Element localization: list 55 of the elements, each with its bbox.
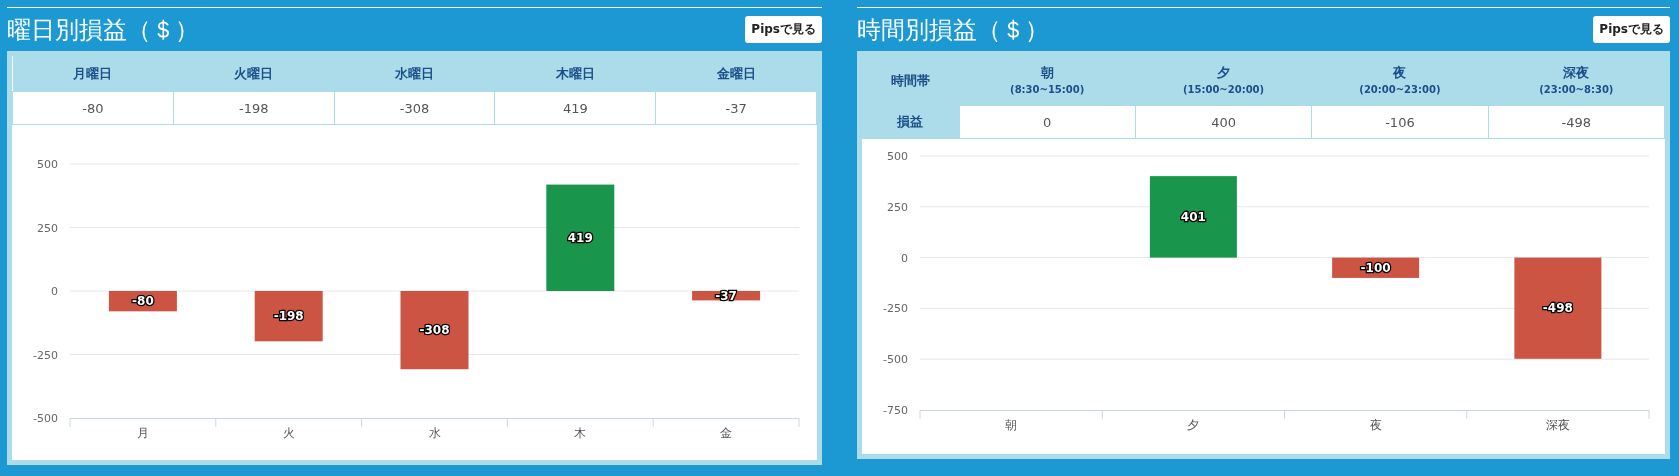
y-axis-label: 250 [887, 200, 908, 214]
table-cell: -106 [1311, 105, 1489, 139]
y-axis-label: 500 [37, 158, 58, 171]
table-header: 朝 (8:30~15:00) [959, 56, 1136, 106]
y-axis-label: -250 [33, 348, 58, 362]
table-cell: -80 [12, 91, 174, 125]
x-axis-label: 深夜 [1545, 418, 1570, 432]
x-axis-label: 金 [720, 426, 733, 440]
x-axis-label: 夕 [1187, 418, 1200, 432]
y-axis-label: -500 [33, 412, 58, 425]
x-axis-label: 木 [574, 426, 587, 440]
pips-button[interactable]: Pipsで見る [745, 16, 822, 43]
table-header: 金曜日 [655, 56, 817, 92]
data-label: 419 [567, 230, 593, 245]
table-cell: -498 [1488, 105, 1665, 139]
x-axis-label: 月 [136, 426, 149, 440]
table-header: 月曜日 [12, 56, 174, 92]
y-axis-label: 500 [887, 150, 908, 163]
section-title: 時間別損益（＄） [857, 14, 1049, 46]
table-header: 水曜日 [334, 56, 495, 92]
table-cell: 419 [494, 91, 656, 125]
table-cell: -198 [173, 91, 335, 125]
x-axis-label: 夜 [1369, 418, 1382, 432]
data-label: -100 [1360, 260, 1391, 275]
table-header: 火曜日 [173, 56, 335, 92]
y-axis-label: -500 [883, 353, 908, 367]
table-header: 木曜日 [494, 56, 656, 92]
y-axis-label: 0 [901, 251, 908, 265]
section-title: 曜日別損益（＄） [7, 14, 199, 46]
x-axis-label: 火 [282, 426, 295, 440]
row-header: 損益 [862, 105, 959, 139]
data-label: 401 [1180, 209, 1206, 224]
data-label: -308 [419, 323, 450, 338]
table-cell: 400 [1135, 105, 1312, 139]
x-axis-label: 水 [428, 426, 441, 440]
data-label: -80 [132, 294, 154, 309]
table-cell: -308 [334, 91, 495, 125]
data-label: -198 [273, 309, 304, 324]
table-cell: 0 [959, 105, 1136, 139]
table-cell: -37 [655, 91, 817, 125]
table-header: 深夜 (23:00~8:30) [1488, 56, 1665, 106]
y-axis-label: 250 [37, 221, 58, 235]
y-axis-label: -750 [883, 404, 908, 417]
table-header: 夜 (20:00~23:00) [1311, 56, 1489, 106]
table-header: 夕 (15:00~20:00) [1135, 56, 1312, 106]
bar [108, 291, 177, 312]
y-axis-label: 0 [51, 285, 58, 298]
y-axis-label: -250 [883, 302, 908, 316]
table-header: 時間帯 [862, 56, 959, 106]
data-label: -498 [1542, 301, 1573, 316]
bar [692, 291, 761, 301]
x-axis-label: 朝 [1005, 418, 1018, 432]
bar [254, 291, 323, 342]
pips-button[interactable]: Pipsで見る [1593, 16, 1670, 43]
data-label: -37 [715, 288, 737, 303]
